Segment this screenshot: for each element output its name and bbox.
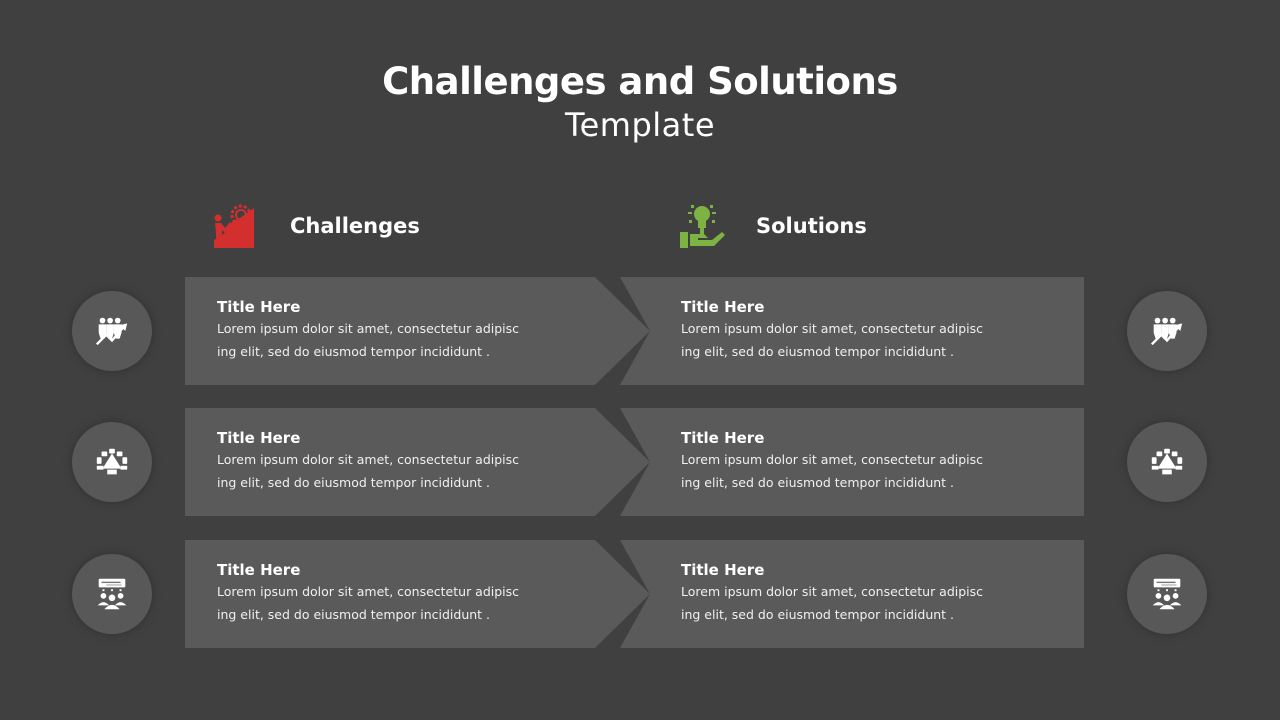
- presentation-audience-icon: [1152, 578, 1182, 610]
- challenge-text-2: Title Here Lorem ipsum dolor sit amet, c…: [217, 428, 577, 494]
- row-2-left-icon-circle: [72, 422, 152, 502]
- team-growth-icon: [1150, 317, 1183, 346]
- challenge-text-3: Title Here Lorem ipsum dolor sit amet, c…: [217, 560, 577, 626]
- row-2-right-icon-circle: [1127, 422, 1207, 502]
- challenge-desc-line1: Lorem ipsum dolor sit amet, consectetur …: [217, 321, 520, 336]
- meeting-table-icon: [1151, 448, 1183, 475]
- solution-desc-line1: Lorem ipsum dolor sit amet, consectetur …: [681, 584, 984, 599]
- challenge-desc-line1: Lorem ipsum dolor sit amet, consectetur …: [217, 584, 520, 599]
- row-3: Title Here Lorem ipsum dolor sit amet, c…: [0, 540, 1280, 648]
- solution-title: Title Here: [681, 561, 765, 579]
- solution-desc-line2: ing elit, sed do eiusmod tempor incididu…: [681, 475, 955, 490]
- solution-text-1: Title Here Lorem ipsum dolor sit amet, c…: [681, 297, 1041, 363]
- challenge-desc-line2: ing elit, sed do eiusmod tempor incididu…: [217, 607, 491, 622]
- solutions-header: Solutions: [678, 200, 867, 252]
- solution-desc-line1: Lorem ipsum dolor sit amet, consectetur …: [681, 321, 984, 336]
- challenges-header: Challenges: [208, 200, 420, 252]
- presentation-audience-icon: [97, 578, 127, 610]
- meeting-table-icon: [96, 448, 128, 475]
- solution-desc-line1: Lorem ipsum dolor sit amet, consectetur …: [681, 452, 984, 467]
- solution-desc-line2: ing elit, sed do eiusmod tempor incididu…: [681, 607, 955, 622]
- challenge-text-1: Title Here Lorem ipsum dolor sit amet, c…: [217, 297, 577, 363]
- row-2: Title Here Lorem ipsum dolor sit amet, c…: [0, 408, 1280, 516]
- row-3-left-icon-circle: [72, 554, 152, 634]
- solutions-label: Solutions: [756, 214, 867, 238]
- lightbulb-hand-icon: [680, 205, 725, 248]
- challenge-desc-line1: Lorem ipsum dolor sit amet, consectetur …: [217, 452, 520, 467]
- solution-title: Title Here: [681, 298, 765, 316]
- row-3-right-icon-circle: [1127, 554, 1207, 634]
- solution-title: Title Here: [681, 429, 765, 447]
- row-1-right-icon-circle: [1127, 291, 1207, 371]
- solution-text-2: Title Here Lorem ipsum dolor sit amet, c…: [681, 428, 1041, 494]
- row-1: Title Here Lorem ipsum dolor sit amet, c…: [0, 277, 1280, 385]
- challenges-label: Challenges: [290, 214, 420, 238]
- page-subtitle: Template: [564, 106, 715, 144]
- page-title: Challenges and Solutions: [382, 60, 898, 103]
- climber-gear-icon: [214, 204, 254, 248]
- challenge-title: Title Here: [217, 561, 301, 579]
- challenge-desc-line2: ing elit, sed do eiusmod tempor incididu…: [217, 344, 491, 359]
- challenge-title: Title Here: [217, 298, 301, 316]
- row-1-left-icon-circle: [72, 291, 152, 371]
- team-growth-icon: [95, 317, 128, 346]
- challenge-title: Title Here: [217, 429, 301, 447]
- solution-text-3: Title Here Lorem ipsum dolor sit amet, c…: [681, 560, 1041, 626]
- solution-desc-line2: ing elit, sed do eiusmod tempor incididu…: [681, 344, 955, 359]
- challenge-desc-line2: ing elit, sed do eiusmod tempor incididu…: [217, 475, 491, 490]
